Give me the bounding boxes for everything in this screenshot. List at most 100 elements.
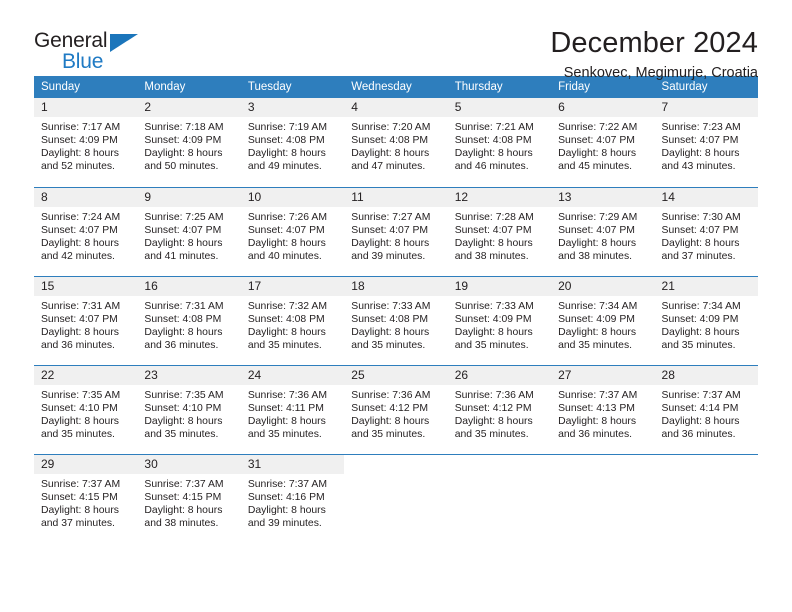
daylight-text-line2: and 35 minutes. — [247, 428, 322, 440]
day-number: 7 — [654, 98, 758, 117]
sunset-text: Sunset: 4:08 PM — [351, 135, 429, 147]
day-number: 18 — [344, 276, 448, 296]
sunset-text: Sunset: 4:15 PM — [41, 491, 118, 503]
day-cell[interactable]: 4 Sunrise: 7:20 AM Sunset: 4:08 PM Daylight… — [344, 98, 448, 187]
sunset-text: Sunset: 4:07 PM — [41, 313, 118, 325]
day-number: 9 — [137, 187, 241, 207]
sunset-text: Sunset: 4:10 PM — [144, 402, 222, 414]
day-cell[interactable]: 19 Sunrise: 7:33 AM Sunset: 4:09 PM Dayligh… — [447, 275, 552, 365]
day-cell[interactable]: 25 Sunrise: 7:36 AM Sunset: 4:12 PM Dayligh… — [344, 364, 448, 454]
day-cell[interactable]: 14 Sunrise: 7:30 AM Sunset: 4:07 PM Dayligh… — [654, 186, 758, 276]
day-details: Sunrise: 7:35 AM Sunset: 4:10 PM Daylight:… — [34, 385, 137, 441]
day-cell[interactable]: 28 Sunrise: 7:37 AM Sunset: 4:14 PM Dayligh… — [654, 364, 758, 454]
day-details: Sunrise: 7:19 AM Sunset: 4:08 PM Daylight:… — [241, 117, 344, 173]
calendar-week-row: 8 Sunrise: 7:24 AM Sunset: 4:07 PM Daylight… — [34, 186, 758, 276]
day-cell[interactable]: 15 Sunrise: 7:31 AM Sunset: 4:07 PM Dayligh… — [34, 275, 138, 365]
daylight-text-line1: Daylight: 8 hours — [558, 148, 637, 160]
day-number: 6 — [551, 98, 655, 117]
calendar-grid: Sunday Monday Tuesday Wednesday Thursday… — [34, 76, 758, 543]
daylight-text-line1: Daylight: 8 hours — [351, 148, 430, 160]
day-cell[interactable]: 11 Sunrise: 7:27 AM Sunset: 4:07 PM Dayligh… — [344, 186, 448, 276]
day-cell[interactable]: 3 Sunrise: 7:19 AM Sunset: 4:08 PM Daylight… — [240, 98, 345, 187]
day-cell[interactable]: 8 Sunrise: 7:24 AM Sunset: 4:07 PM Daylight… — [34, 186, 138, 276]
day-number: 23 — [137, 365, 241, 385]
sunset-text: Sunset: 4:07 PM — [41, 224, 118, 236]
day-details: Sunrise: 7:37 AM Sunset: 4:16 PM Daylight:… — [241, 474, 344, 530]
day-cell[interactable]: 26 Sunrise: 7:36 AM Sunset: 4:12 PM Dayligh… — [447, 364, 552, 454]
day-number — [448, 455, 551, 474]
day-cell-empty — [654, 453, 758, 543]
general-blue-logo[interactable]: General Blue — [34, 28, 152, 80]
sunset-text: Sunset: 4:08 PM — [351, 313, 429, 325]
day-cell[interactable]: 7 Sunrise: 7:23 AM Sunset: 4:07 PM Daylight… — [654, 98, 758, 187]
day-cell[interactable]: 2 Sunrise: 7:18 AM Sunset: 4:09 PM Daylight… — [137, 98, 241, 187]
day-number: 13 — [551, 187, 655, 207]
day-number: 21 — [654, 276, 758, 296]
daylight-text-line1: Daylight: 8 hours — [351, 415, 430, 427]
daylight-text-line1: Daylight: 8 hours — [144, 148, 223, 160]
day-details: Sunrise: 7:37 AM Sunset: 4:13 PM Daylight:… — [551, 385, 654, 441]
daylight-text-line2: and 35 minutes. — [661, 339, 736, 351]
day-cell[interactable]: 12 Sunrise: 7:28 AM Sunset: 4:07 PM Dayligh… — [447, 186, 552, 276]
day-details: Sunrise: 7:22 AM Sunset: 4:07 PM Daylight:… — [551, 117, 654, 173]
sunset-text: Sunset: 4:10 PM — [41, 402, 118, 414]
page-title: December 2024 — [550, 27, 758, 59]
daylight-text-line1: Daylight: 8 hours — [558, 326, 637, 338]
day-cell[interactable]: 23 Sunrise: 7:35 AM Sunset: 4:10 PM Dayligh… — [137, 364, 241, 454]
sunset-text: Sunset: 4:08 PM — [247, 135, 325, 147]
daylight-text-line1: Daylight: 8 hours — [247, 237, 326, 249]
sunset-text: Sunset: 4:08 PM — [144, 313, 222, 325]
daylight-text-line1: Daylight: 8 hours — [351, 237, 430, 249]
daylight-text-line2: and 47 minutes. — [351, 161, 426, 173]
day-cell[interactable]: 29 Sunrise: 7:37 AM Sunset: 4:15 PM Dayligh… — [34, 453, 138, 543]
day-number: 24 — [240, 365, 345, 385]
calendar-week-row: 22 Sunrise: 7:35 AM Sunset: 4:10 PM Dayligh… — [34, 364, 758, 454]
day-number: 31 — [240, 454, 345, 474]
day-cell[interactable]: 13 Sunrise: 7:29 AM Sunset: 4:07 PM Dayligh… — [551, 186, 655, 276]
sunrise-text: Sunrise: 7:35 AM — [144, 389, 224, 401]
day-cell[interactable]: 6 Sunrise: 7:22 AM Sunset: 4:07 PM Daylight… — [551, 98, 655, 187]
sunrise-text: Sunrise: 7:33 AM — [454, 300, 534, 312]
daylight-text-line1: Daylight: 8 hours — [41, 148, 119, 160]
day-cell[interactable]: 21 Sunrise: 7:34 AM Sunset: 4:09 PM Dayligh… — [654, 275, 758, 365]
daylight-text-line2: and 35 minutes. — [454, 428, 529, 440]
day-details: Sunrise: 7:32 AM Sunset: 4:08 PM Daylight:… — [241, 296, 344, 352]
daylight-text-line1: Daylight: 8 hours — [41, 504, 119, 516]
day-details: Sunrise: 7:33 AM Sunset: 4:09 PM Daylight:… — [448, 296, 551, 352]
daylight-text-line1: Daylight: 8 hours — [41, 237, 119, 249]
day-cell[interactable]: 22 Sunrise: 7:35 AM Sunset: 4:10 PM Dayligh… — [34, 364, 138, 454]
sunrise-text: Sunrise: 7:27 AM — [351, 211, 431, 223]
day-cell[interactable]: 16 Sunrise: 7:31 AM Sunset: 4:08 PM Dayligh… — [137, 275, 241, 365]
sunset-text: Sunset: 4:07 PM — [144, 224, 222, 236]
day-cell-empty — [551, 453, 655, 543]
daylight-text-line1: Daylight: 8 hours — [144, 237, 223, 249]
daylight-text-line1: Daylight: 8 hours — [247, 326, 326, 338]
sunrise-text: Sunrise: 7:24 AM — [41, 211, 121, 223]
day-cell[interactable]: 20 Sunrise: 7:34 AM Sunset: 4:09 PM Dayligh… — [551, 275, 655, 365]
day-cell[interactable]: 30 Sunrise: 7:37 AM Sunset: 4:15 PM Dayligh… — [137, 453, 241, 543]
day-cell[interactable]: 24 Sunrise: 7:36 AM Sunset: 4:11 PM Dayligh… — [240, 364, 345, 454]
day-cell[interactable]: 17 Sunrise: 7:32 AM Sunset: 4:08 PM Dayligh… — [240, 275, 345, 365]
day-details: Sunrise: 7:36 AM Sunset: 4:12 PM Daylight:… — [448, 385, 551, 441]
day-cell[interactable]: 9 Sunrise: 7:25 AM Sunset: 4:07 PM Daylight… — [137, 186, 241, 276]
sunrise-text: Sunrise: 7:30 AM — [661, 211, 741, 223]
daylight-text-line1: Daylight: 8 hours — [661, 148, 740, 160]
day-cell[interactable]: 27 Sunrise: 7:37 AM Sunset: 4:13 PM Dayligh… — [551, 364, 655, 454]
day-number: 30 — [137, 454, 241, 474]
day-cell[interactable]: 18 Sunrise: 7:33 AM Sunset: 4:08 PM Dayligh… — [344, 275, 448, 365]
daylight-text-line2: and 37 minutes. — [41, 517, 115, 529]
daylight-text-line2: and 38 minutes. — [558, 250, 633, 262]
day-cell[interactable]: 10 Sunrise: 7:26 AM Sunset: 4:07 PM Dayligh… — [240, 186, 345, 276]
daylight-text-line1: Daylight: 8 hours — [41, 415, 119, 427]
day-details: Sunrise: 7:20 AM Sunset: 4:08 PM Daylight:… — [344, 117, 447, 173]
sunset-text: Sunset: 4:08 PM — [247, 313, 325, 325]
day-number — [655, 455, 758, 474]
day-number: 20 — [551, 276, 655, 296]
sunset-text: Sunset: 4:07 PM — [558, 224, 635, 236]
day-details: Sunrise: 7:35 AM Sunset: 4:10 PM Daylight:… — [137, 385, 240, 441]
day-cell[interactable]: 5 Sunrise: 7:21 AM Sunset: 4:08 PM Daylight… — [447, 98, 552, 187]
day-cell[interactable]: 1 Sunrise: 7:17 AM Sunset: 4:09 PM Daylight… — [34, 98, 138, 187]
day-cell[interactable]: 31 Sunrise: 7:37 AM Sunset: 4:16 PM Dayligh… — [240, 453, 345, 543]
day-number: 8 — [34, 187, 138, 207]
sunset-text: Sunset: 4:07 PM — [661, 224, 739, 236]
